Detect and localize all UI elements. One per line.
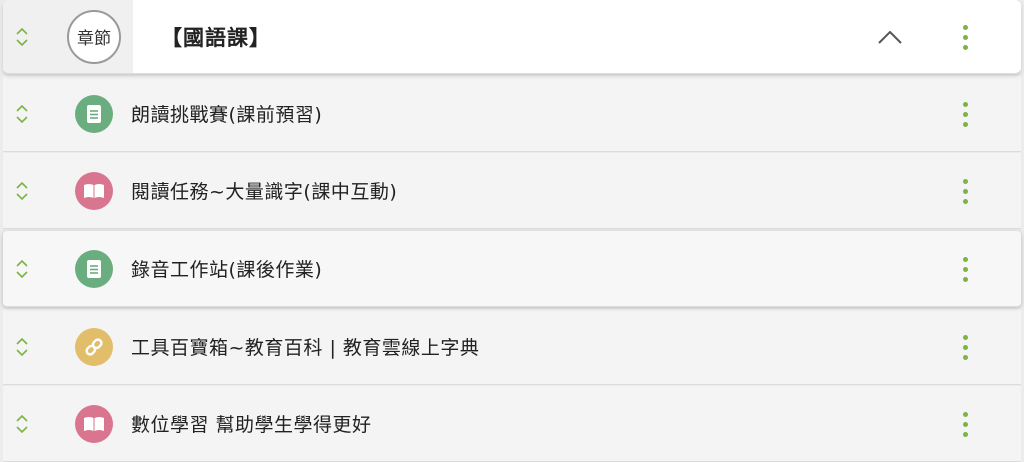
item-menu-button[interactable] [953, 94, 977, 134]
chevron-up-icon [16, 259, 28, 267]
chevron-down-icon [16, 115, 28, 123]
chevron-down-icon [16, 38, 28, 46]
more-vert-icon [962, 411, 968, 417]
more-vert-dot [962, 354, 968, 360]
more-vert-dot [962, 421, 968, 427]
reorder-handle[interactable] [3, 309, 41, 384]
item-menu-button[interactable] [953, 404, 977, 444]
collapse-button[interactable] [875, 22, 905, 52]
chapter-title: 【國語課】 [161, 25, 271, 50]
list-item[interactable]: 工具百寶箱~教育百科 | 教育雲線上字典 [3, 309, 1021, 385]
chevron-up-icon [16, 27, 28, 35]
more-vert-dot [962, 34, 968, 40]
chevron-up-icon [16, 414, 28, 422]
reorder-handle[interactable] [3, 386, 41, 461]
more-vert-icon [962, 178, 968, 184]
chevron-down-icon [16, 348, 28, 356]
reorder-handle[interactable] [3, 0, 41, 73]
more-vert-dot [962, 276, 968, 282]
more-vert-dot [962, 111, 968, 117]
document-icon [75, 94, 113, 133]
reorder-handle[interactable] [3, 153, 41, 228]
item-label: 閱讀任務~大量識字(課中互動) [131, 181, 398, 203]
link-icon [75, 327, 113, 366]
more-vert-icon [962, 334, 968, 340]
item-label: 數位學習 幫助學生學得更好 [131, 414, 372, 436]
chevron-up-icon [16, 181, 28, 189]
reorder-handle[interactable] [3, 76, 41, 151]
chevron-up-icon [878, 30, 902, 44]
more-vert-icon [962, 101, 968, 107]
chapter-header[interactable]: 章節 【國語課】 [3, 0, 1021, 74]
item-menu-button[interactable] [953, 327, 977, 367]
list-item[interactable]: 閱讀任務~大量識字(課中互動) [3, 153, 1021, 229]
list-item[interactable]: 朗讀挑戰賽(課前預習) [3, 76, 1021, 152]
more-vert-dot [962, 266, 968, 272]
list-item[interactable]: 錄音工作站(課後作業) [3, 231, 1021, 307]
item-menu-button[interactable] [953, 171, 977, 211]
chevron-up-icon [16, 337, 28, 345]
more-vert-dot [962, 198, 968, 204]
chapter-badge: 章節 [67, 9, 121, 64]
book-icon [75, 171, 113, 210]
item-label: 工具百寶箱~教育百科 | 教育雲線上字典 [131, 337, 480, 359]
chevron-down-icon [16, 425, 28, 433]
more-vert-dot [962, 344, 968, 350]
chevron-up-icon [16, 104, 28, 112]
more-vert-dot [962, 431, 968, 437]
item-label: 錄音工作站(課後作業) [131, 259, 323, 281]
document-icon [75, 249, 113, 288]
item-menu-button[interactable] [953, 249, 977, 289]
more-vert-dot [962, 44, 968, 50]
chapter-handle-area: 章節 [3, 0, 133, 73]
more-vert-dot [962, 188, 968, 194]
reorder-handle[interactable] [3, 231, 41, 306]
chevron-down-icon [16, 192, 28, 200]
book-icon [75, 404, 113, 443]
item-label: 朗讀挑戰賽(課前預習) [131, 104, 323, 126]
list-item[interactable]: 數位學習 幫助學生學得更好 [3, 386, 1021, 462]
chapter-menu-button[interactable] [953, 17, 977, 57]
chevron-down-icon [16, 270, 28, 278]
more-vert-icon [962, 256, 968, 262]
more-vert-icon [962, 24, 968, 30]
more-vert-dot [962, 121, 968, 127]
